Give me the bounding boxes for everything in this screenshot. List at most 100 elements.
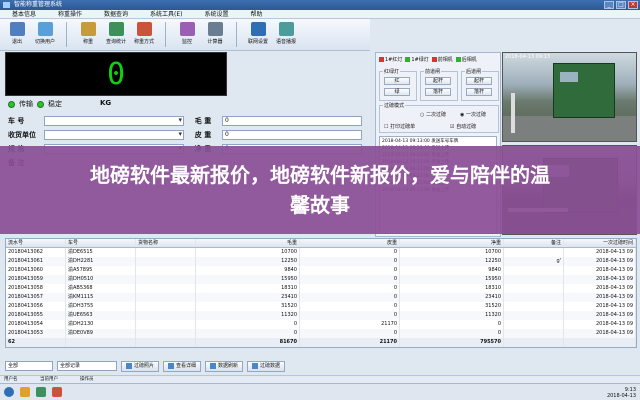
maximize-button[interactable]: □	[616, 1, 626, 9]
column-header[interactable]: 货物名称	[136, 239, 196, 247]
mode-label: 二次过磅	[425, 112, 446, 118]
table-cell: 9840	[196, 266, 300, 275]
table-row[interactable]: 20180413054 渝DH2130 0 21170 0 2018-04-13 09	[6, 320, 636, 329]
table-row[interactable]: 20180413059 渝DH0510 15950 0 15950 2018-04-13 …	[6, 275, 636, 284]
mode-radio-one[interactable]: ◉ 一次过磅	[460, 111, 486, 118]
exit-button[interactable]: 退出	[4, 19, 30, 49]
table-cell	[136, 248, 196, 257]
toolbar-label: 监控	[181, 39, 192, 45]
toolbar-label: 查询统计	[105, 39, 126, 45]
gross-field[interactable]: 0	[222, 116, 362, 126]
table-cell: 0	[300, 284, 400, 293]
plate-input[interactable]	[44, 116, 184, 126]
query-button[interactable]: 查询统计	[103, 19, 129, 49]
table-row[interactable]: 20180413055 渝UE6563 11320 0 11320 2018-04-13 …	[6, 311, 636, 320]
green-light-button[interactable]: 绿	[384, 88, 410, 96]
camera-view-front[interactable]: 2018-04-13 09:13	[502, 52, 637, 142]
column-header[interactable]: 皮重	[300, 239, 400, 247]
menu-item-basic[interactable]: 基本信息	[12, 10, 36, 18]
column-header[interactable]: 毛重	[196, 239, 300, 247]
truck-image	[553, 63, 615, 118]
close-button[interactable]: ×	[628, 1, 638, 9]
taskbar-app-icon[interactable]	[20, 387, 30, 397]
weigh-mode-button[interactable]: 称重方式	[131, 19, 157, 49]
table-cell: 0	[300, 302, 400, 311]
start-icon[interactable]	[4, 387, 14, 397]
button-label: 过磅照片	[134, 362, 155, 369]
detail-button[interactable]: 查看详细	[163, 360, 202, 372]
mode-radio-two[interactable]: ○ 二次过磅	[420, 111, 446, 118]
table-cell: 2018-04-13 09	[564, 293, 636, 302]
front-gate-down-button[interactable]: 落杆	[425, 88, 451, 96]
os-taskbar: 9:13 2018-04-13	[0, 383, 640, 400]
red-light-button[interactable]: 红	[384, 77, 410, 85]
refresh-button[interactable]: 数据刷新	[205, 360, 244, 372]
taskbar-clock[interactable]: 9:13 2018-04-13	[607, 387, 636, 399]
rear-gate-up-button[interactable]: 起杆	[466, 77, 492, 85]
table-row[interactable]: 20180413061 渝DH2281 12250 0 12250 g' 2018-04-1…	[6, 257, 636, 266]
column-header[interactable]: 备注	[504, 239, 564, 247]
auto-weigh-checkbox[interactable]: ☑ 自动过磅	[450, 123, 476, 130]
filter-select[interactable]: 全部	[5, 361, 53, 371]
calculator-button[interactable]: 计算器	[202, 19, 228, 49]
weigh-button[interactable]: 称重	[75, 19, 101, 49]
column-header[interactable]: 净重	[400, 239, 504, 247]
table-cell: 23410	[400, 293, 504, 302]
records-table[interactable]: 流水号 车号 货物名称 毛重 皮重 净重 备注 一次过磅时间 201804130…	[5, 238, 637, 348]
menu-item-tools[interactable]: 系统工具(E)	[150, 10, 182, 18]
monitor-button[interactable]: 监控	[174, 19, 200, 49]
table-row[interactable]: 20180413060 渝A57895 9840 0 9840 2018-04-13 09	[6, 266, 636, 275]
unit-input[interactable]	[44, 130, 184, 140]
stable-indicator-icon	[37, 100, 44, 108]
print-checkbox[interactable]: ☐ 打印过磅单	[384, 123, 415, 130]
column-header[interactable]: 车号	[66, 239, 136, 247]
network-button[interactable]: 联网设置	[245, 19, 271, 49]
table-row[interactable]: 20180413057 渝KM1115 23410 0 23410 2018-04-13 …	[6, 293, 636, 302]
form-row: 车 号 毛 重 0	[8, 114, 373, 128]
taskbar-app-icon[interactable]	[52, 387, 62, 397]
query-icon	[108, 22, 124, 36]
table-cell	[136, 302, 196, 311]
table-cell	[504, 329, 564, 338]
table-row[interactable]: 20180413062 渝DE6515 10700 0 10700 2018-04-13 …	[6, 248, 636, 257]
column-header[interactable]: 流水号	[6, 239, 66, 247]
window-controls: _ □ ×	[604, 1, 638, 9]
table-cell: 11320	[400, 311, 504, 320]
table-cell: 9840	[400, 266, 504, 275]
menu-item-weigh[interactable]: 称重操作	[58, 10, 82, 18]
table-cell	[504, 311, 564, 320]
front-gate-group: 前道闸	[420, 68, 458, 101]
table-row[interactable]: 20180413056 渝DH3755 31520 0 31520 2018-04-13 …	[6, 302, 636, 311]
table-cell: 渝A57895	[66, 266, 136, 275]
menu-item-query[interactable]: 数据查询	[104, 10, 128, 18]
taskbar-app-icon[interactable]	[36, 387, 46, 397]
plate-label: 车 号	[8, 117, 25, 125]
legend-label: 前相机	[437, 57, 453, 63]
photos-button[interactable]: 过磅照片	[121, 360, 160, 372]
front-gate-up-button[interactable]: 起杆	[425, 77, 451, 85]
table-cell: 渝KM1115	[66, 293, 136, 302]
legend-item: 1#绿灯	[405, 56, 429, 63]
table-cell	[136, 311, 196, 320]
minimize-button[interactable]: _	[604, 1, 614, 9]
voice-button[interactable]: 语音播报	[273, 19, 299, 49]
camera-road	[503, 116, 636, 141]
banner-line-1: 地磅软件最新报价，地磅软件新报价，爱与陪伴的温	[90, 163, 550, 187]
table-cell	[136, 266, 196, 275]
table-row[interactable]: 20180413053 渝DE0V89 0 0 0 2018-04-13 09	[6, 329, 636, 338]
app-icon	[3, 2, 10, 8]
group-title: 红绿灯	[383, 68, 401, 75]
detail-icon	[168, 363, 175, 369]
switch-user-button[interactable]: 切换用户	[32, 19, 58, 49]
record-select[interactable]: 全部记录	[57, 361, 117, 371]
weigh-data-button[interactable]: 过磅数据	[247, 360, 286, 372]
table-cell: 20180413062	[6, 248, 66, 257]
table-row[interactable]: 20180413058 渝AB5368 18310 0 18310 2018-04-13 …	[6, 284, 636, 293]
menu-item-settings[interactable]: 系统设置	[205, 10, 229, 18]
column-header[interactable]: 一次过磅时间	[564, 239, 636, 247]
menu-item-help[interactable]: 帮助	[251, 10, 263, 18]
tare-field[interactable]: 0	[222, 130, 362, 140]
rear-gate-down-button[interactable]: 落杆	[466, 88, 492, 96]
camera-timestamp: 2018-04-13 09:13	[505, 54, 551, 60]
form-row: 收货单位 皮 重 0	[8, 128, 373, 142]
